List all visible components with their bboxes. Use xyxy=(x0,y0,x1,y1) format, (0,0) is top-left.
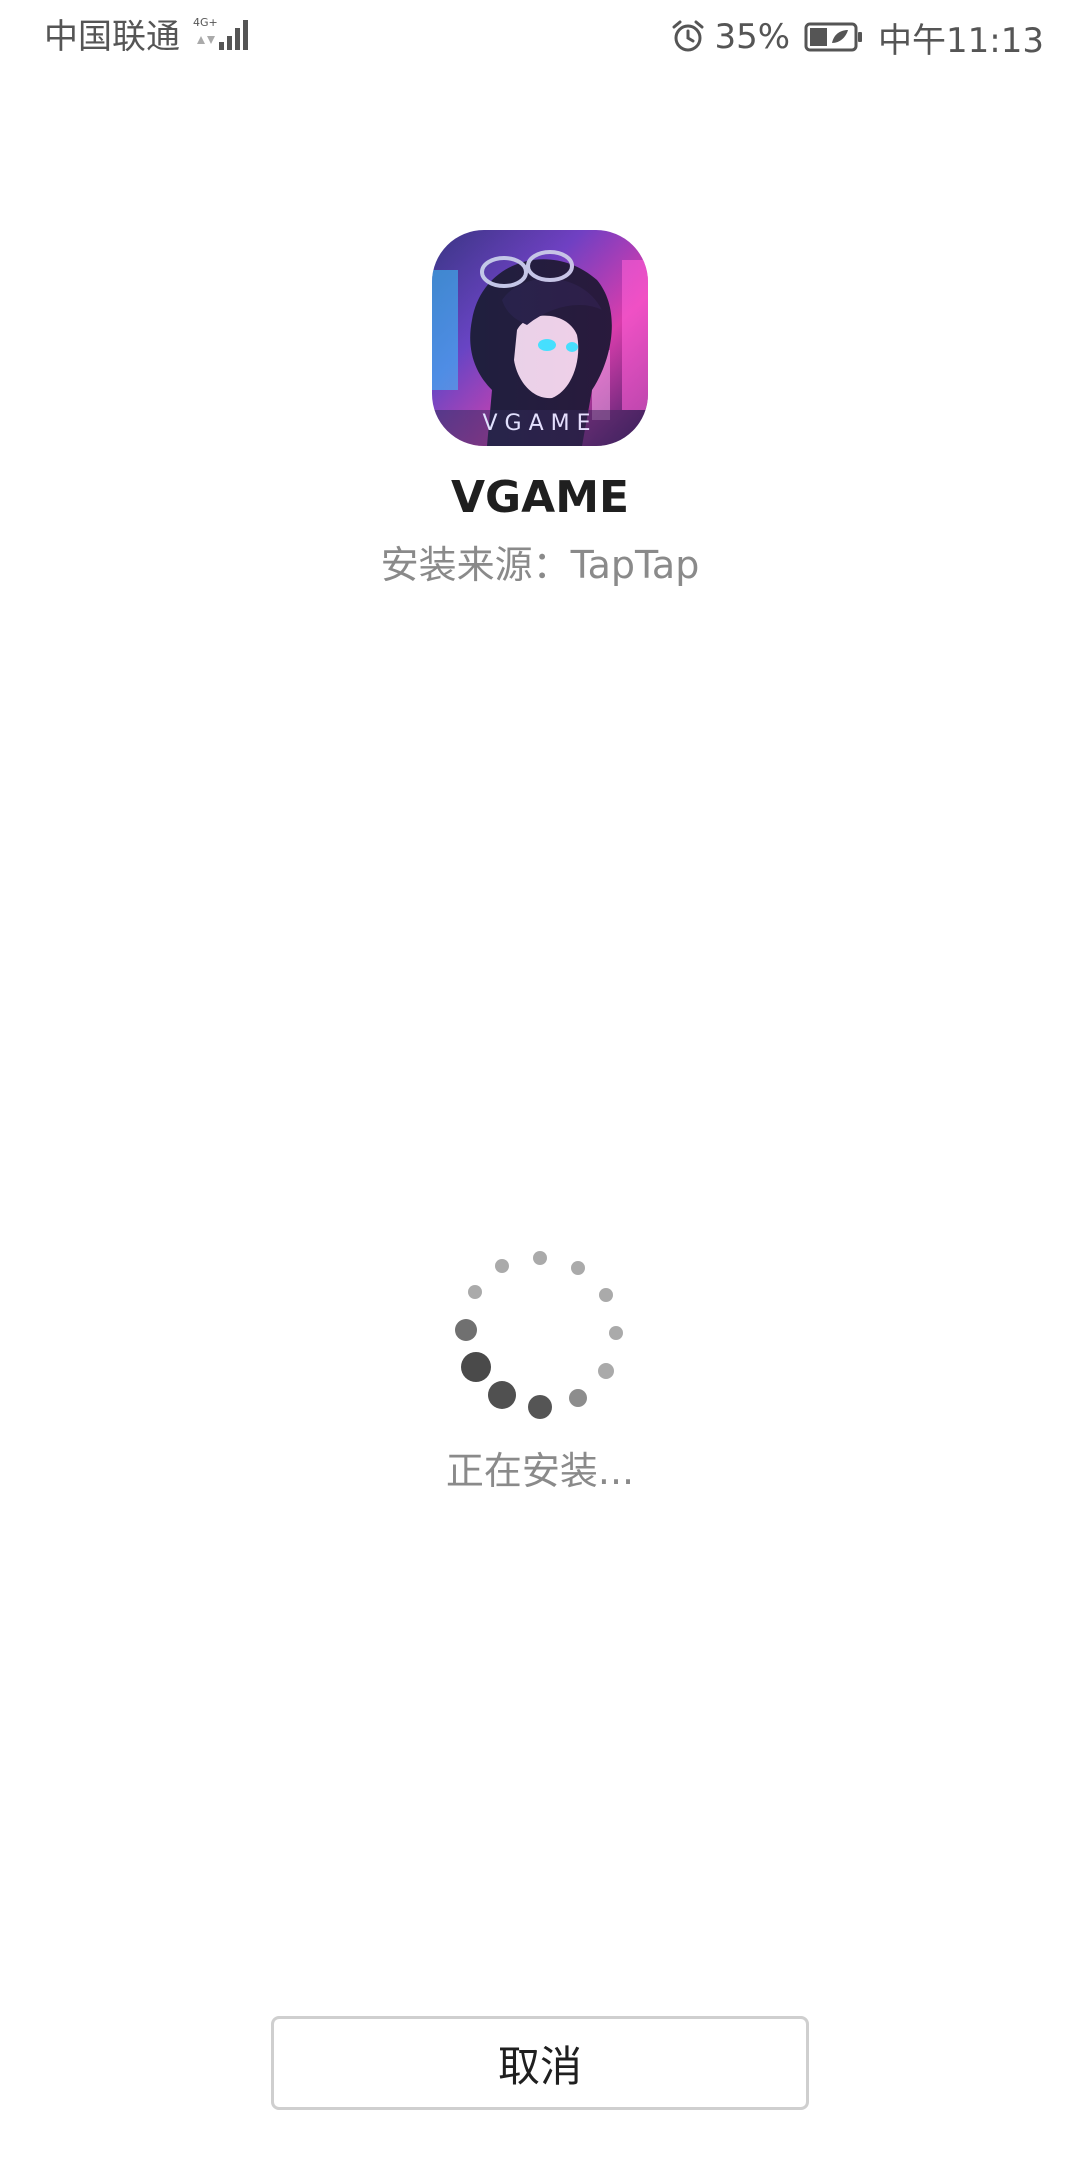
battery-percent: 35% xyxy=(714,17,791,57)
install-source-value: TapTap xyxy=(570,543,700,587)
install-source: 安装来源：TapTap xyxy=(0,534,1080,589)
cancel-button[interactable]: 取消 xyxy=(271,2016,809,2110)
battery-icon xyxy=(804,22,863,52)
signal-icon: 4G+ xyxy=(193,16,248,50)
status-right: 35% 中午11:13 xyxy=(662,14,1044,61)
install-status-text: 正在安装... xyxy=(445,1449,635,1493)
clock: 中午11:13 xyxy=(878,20,1044,61)
app-icon: VGAME xyxy=(432,230,648,446)
install-source-label: 安装来源： xyxy=(380,543,571,587)
alarm-icon xyxy=(672,20,704,52)
carrier-name: 中国联通 xyxy=(44,17,180,57)
app-name: VGAME xyxy=(450,472,630,523)
loading-spinner-icon xyxy=(455,1251,623,1419)
install-screen: 中国联通 4G+ 35% 中午11:13 VGAME VGAME 安装来源：Ta… xyxy=(0,0,1080,2160)
network-type: 4G+ xyxy=(193,16,218,29)
status-bar: 中国联通 4G+ 35% 中午11:13 xyxy=(0,0,1080,76)
